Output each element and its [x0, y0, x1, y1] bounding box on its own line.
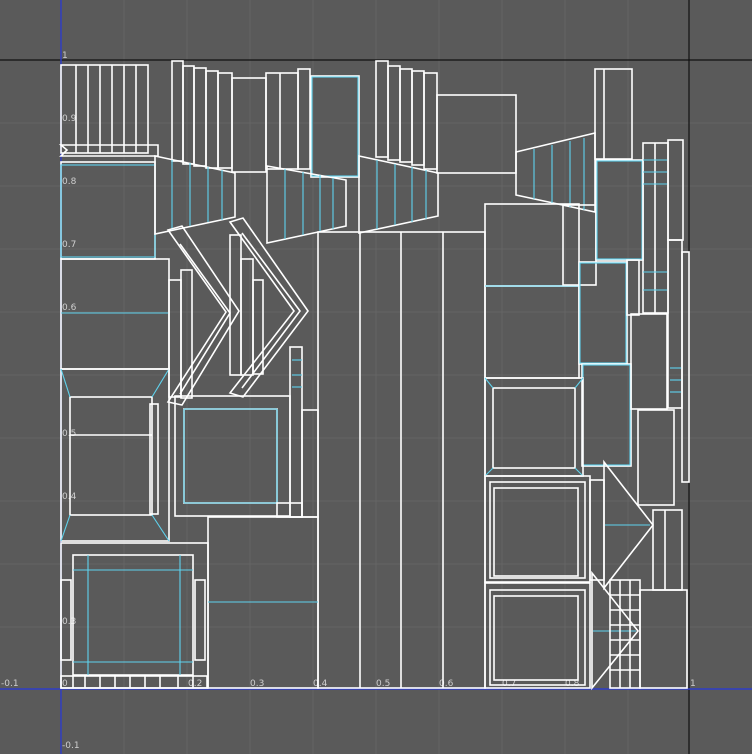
v-label: 0.8 [62, 177, 77, 187]
v-label: -0.1 [62, 741, 80, 751]
v-label: 1 [62, 51, 68, 61]
v-label: 0.5 [62, 429, 76, 439]
v-label: 0.9 [62, 114, 77, 124]
u-label: -0.1 [1, 679, 19, 689]
uv-texture-editor-viewport[interactable]: -0.1 0 0.2 0.3 0.4 0.5 0.6 0.7 0.8 1 1 0… [0, 0, 752, 754]
u-label: 1 [690, 679, 696, 689]
v-label: 0.7 [62, 240, 76, 250]
v-label: 0.6 [62, 303, 77, 313]
v-label: 0.3 [62, 617, 76, 627]
